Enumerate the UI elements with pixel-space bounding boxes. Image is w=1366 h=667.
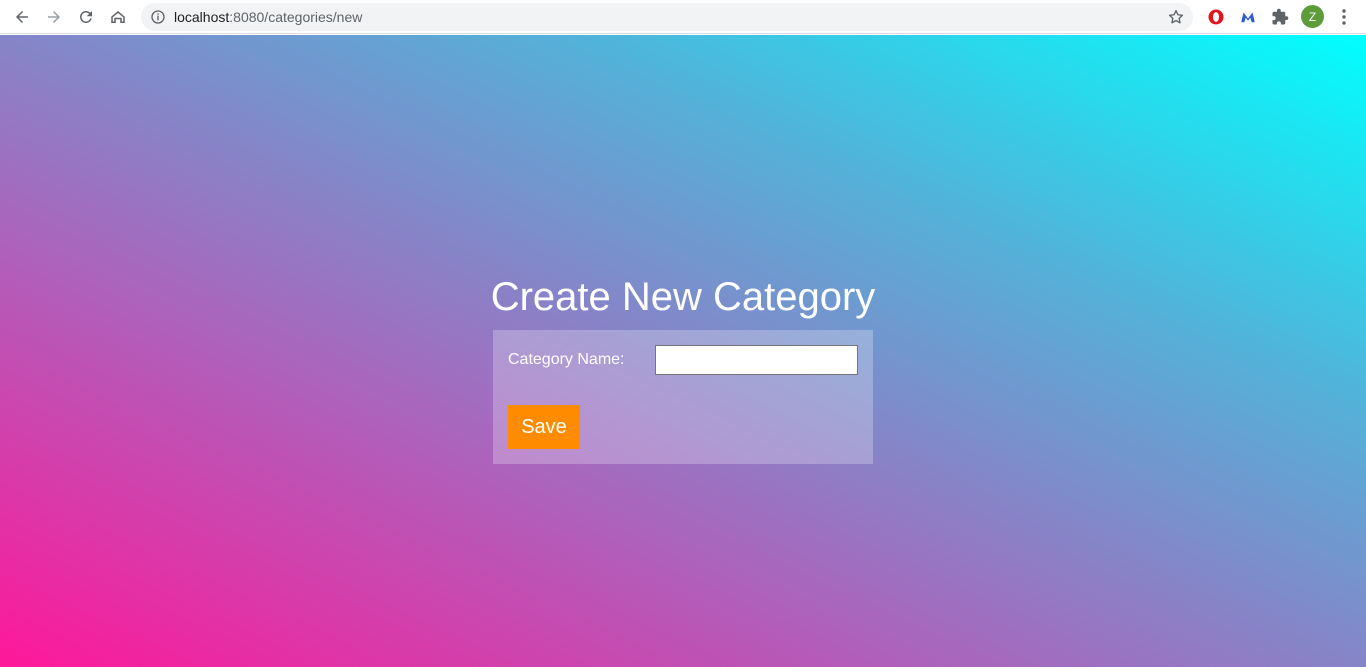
home-button[interactable] [105, 4, 131, 30]
home-icon [111, 11, 125, 23]
reload-icon [79, 10, 92, 23]
category-name-label: Category Name: [508, 351, 625, 368]
forward-arrow-icon [48, 11, 60, 23]
malwarebytes-extension-button[interactable] [1237, 6, 1259, 28]
url-text[interactable]: localhost:8080/categories/new [174, 9, 362, 25]
back-arrow-icon [16, 11, 28, 23]
malwarebytes-extension-icon [1241, 12, 1255, 23]
browser-menu-button[interactable] [1334, 6, 1354, 28]
url-host: localhost [174, 9, 230, 25]
extensions-button[interactable] [1269, 6, 1291, 28]
reload-button[interactable] [73, 4, 99, 30]
opera-extension-icon [1208, 9, 1224, 25]
address-bar[interactable]: localhost:8080/categories/new [141, 3, 1193, 31]
url-path: :8080/categories/new [229, 9, 363, 25]
profile-avatar[interactable]: Z [1301, 5, 1324, 28]
star-icon[interactable] [1167, 8, 1185, 26]
opera-extension-button[interactable] [1205, 6, 1227, 28]
info-icon[interactable] [150, 9, 166, 25]
page-background: Create New Category Category Name: Save [0, 35, 1366, 667]
profile-initial: Z [1308, 9, 1317, 24]
back-button[interactable] [9, 4, 35, 30]
category-form: Category Name: Save [493, 330, 873, 464]
category-name-input[interactable] [655, 345, 858, 375]
browser-toolbar: localhost:8080/categories/new Z [0, 0, 1366, 34]
page-title: Create New Category [490, 275, 876, 319]
puzzle-icon [1272, 8, 1289, 25]
forward-button[interactable] [41, 4, 67, 30]
kebab-menu-icon [1342, 9, 1346, 25]
save-button[interactable]: Save [508, 405, 580, 449]
